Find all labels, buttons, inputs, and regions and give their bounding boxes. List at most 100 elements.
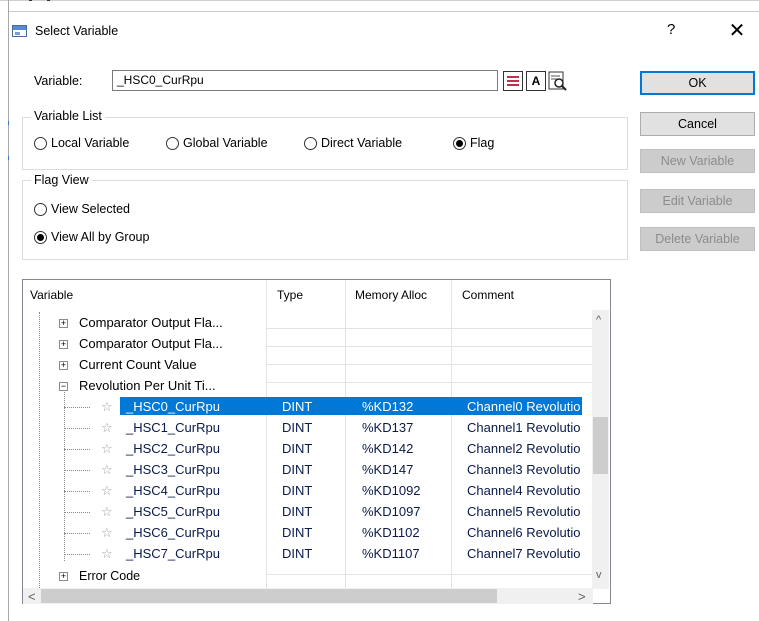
radio-flag[interactable] [453, 137, 466, 150]
radio-local-variable-label[interactable]: Local Variable [51, 136, 129, 150]
flag-view-group [22, 180, 628, 260]
scroll-up-icon[interactable]: ^ [596, 314, 601, 326]
grid-column-line [266, 310, 267, 588]
variable-memory[interactable]: %KD132 [362, 398, 413, 416]
scroll-left-icon[interactable]: < [28, 589, 36, 604]
dialog-title: Select Variable [35, 24, 119, 38]
variable-comment[interactable]: Channel1 Revolutio [467, 419, 582, 437]
column-header-comment[interactable]: Comment [456, 280, 586, 310]
variable-list-icon[interactable] [503, 71, 523, 91]
variable-list-title: Variable List [31, 109, 105, 123]
variable-comment[interactable]: Channel7 Revolutio [467, 545, 582, 563]
tree-connector [39, 312, 40, 592]
grid-column-line [451, 310, 452, 588]
close-button[interactable]: ✕ [720, 16, 754, 46]
radio-direct-variable-label[interactable]: Direct Variable [321, 136, 402, 150]
star-icon: ☆ [101, 462, 113, 477]
radio-view-all-by-group-label[interactable]: View All by Group [51, 230, 149, 244]
collapse-icon[interactable]: − [59, 382, 68, 391]
background-top-border [0, 0, 759, 1]
edit-variable-button[interactable]: Edit Variable [640, 189, 755, 213]
expand-icon[interactable]: + [59, 319, 68, 328]
cancel-button[interactable]: Cancel [640, 112, 755, 136]
help-button[interactable]: ? [667, 21, 675, 38]
variable-name[interactable]: _HSC7_CurRpu [126, 545, 220, 563]
variable-name[interactable]: _HSC4_CurRpu [126, 482, 220, 500]
tree-connector [64, 407, 90, 408]
grid-column-line [345, 310, 346, 588]
star-icon: ☆ [101, 441, 113, 456]
radio-view-selected[interactable] [34, 203, 47, 216]
expand-icon[interactable]: + [59, 572, 68, 581]
text-a-icon[interactable]: A [526, 71, 546, 91]
grid-row-line [266, 574, 592, 575]
variable-memory[interactable]: %KD137 [362, 419, 413, 437]
flag-view-title: Flag View [31, 173, 92, 187]
variable-type[interactable]: DINT [282, 503, 312, 521]
variable-comment[interactable]: Channel3 Revolutio [467, 461, 582, 479]
variable-name[interactable]: _HSC0_CurRpu [126, 398, 220, 416]
variable-type[interactable]: DINT [282, 545, 312, 563]
variable-name[interactable]: _HSC1_CurRpu [126, 419, 220, 437]
tree-group-label[interactable]: Error Code [79, 567, 140, 585]
variable-comment[interactable]: Channel2 Revolutio [467, 440, 582, 458]
variable-type[interactable]: DINT [282, 440, 312, 458]
variable-memory[interactable]: %KD147 [362, 461, 413, 479]
variable-type[interactable]: DINT [282, 461, 312, 479]
star-icon: ☆ [101, 525, 113, 540]
horizontal-scroll-thumb[interactable] [41, 589, 497, 603]
column-header-memory-alloc[interactable]: Memory Alloc [349, 280, 452, 310]
variable-comment[interactable]: Channel6 Revolutio [467, 524, 582, 542]
tree-connector [64, 554, 90, 555]
radio-view-all-by-group[interactable] [34, 231, 47, 244]
variable-memory[interactable]: %KD142 [362, 440, 413, 458]
expand-icon[interactable]: + [59, 361, 68, 370]
variable-input[interactable]: _HSC0_CurRpu [112, 70, 498, 91]
radio-global-variable-label[interactable]: Global Variable [183, 136, 268, 150]
column-header-variable[interactable]: Variable [24, 280, 267, 310]
vertical-scroll-thumb[interactable] [593, 417, 608, 474]
ok-button[interactable]: OK [640, 71, 755, 95]
scroll-right-icon[interactable]: > [578, 589, 586, 604]
variable-memory[interactable]: %KD1092 [362, 482, 421, 500]
variable-name[interactable]: _HSC6_CurRpu [126, 524, 220, 542]
search-icon[interactable] [548, 71, 568, 91]
star-icon: ☆ [101, 399, 113, 414]
tree-group-label[interactable]: Current Count Value [79, 356, 197, 374]
variable-name[interactable]: _HSC2_CurRpu [126, 440, 220, 458]
tree-group-label[interactable]: Comparator Output Fla... [79, 314, 223, 332]
tree-group-label[interactable]: Comparator Output Fla... [79, 335, 223, 353]
variable-comment[interactable]: Channel0 Revolutio [467, 398, 582, 416]
variable-type[interactable]: DINT [282, 419, 312, 437]
radio-local-variable[interactable] [34, 137, 47, 150]
star-icon: ☆ [101, 546, 113, 561]
expand-icon[interactable]: + [59, 340, 68, 349]
variable-name[interactable]: _HSC3_CurRpu [126, 461, 220, 479]
tree-connector [64, 533, 90, 534]
scroll-down-icon[interactable]: v [596, 569, 602, 581]
variable-label: Variable: [34, 74, 83, 88]
variable-name[interactable]: _HSC5_CurRpu [126, 503, 220, 521]
variable-type[interactable]: DINT [282, 524, 312, 542]
new-variable-button[interactable]: New Variable [640, 149, 755, 173]
variable-memory[interactable]: %KD1097 [362, 503, 421, 521]
variable-type[interactable]: DINT [282, 482, 312, 500]
radio-view-selected-label[interactable]: View Selected [51, 202, 130, 216]
radio-global-variable[interactable] [166, 137, 179, 150]
tree-connector [64, 392, 65, 561]
radio-direct-variable[interactable] [304, 137, 317, 150]
variable-comment[interactable]: Channel5 Revolutio [467, 503, 582, 521]
radio-flag-label[interactable]: Flag [470, 136, 494, 150]
tree-connector [64, 428, 90, 429]
grid-row-line [266, 328, 592, 329]
tree-group-label[interactable]: Revolution Per Unit Ti... [79, 377, 216, 395]
variable-memory[interactable]: %KD1107 [362, 545, 420, 563]
variable-memory[interactable]: %KD1102 [362, 524, 420, 542]
column-header-type[interactable]: Type [271, 280, 346, 310]
variable-type[interactable]: DINT [282, 398, 312, 416]
column-separator [451, 280, 452, 310]
delete-variable-button[interactable]: Delete Variable [640, 227, 755, 251]
star-icon: ☆ [101, 483, 113, 498]
variable-comment[interactable]: Channel4 Revolutio [467, 482, 582, 500]
grid-header: Variable Type Memory Alloc Comment [23, 280, 593, 310]
